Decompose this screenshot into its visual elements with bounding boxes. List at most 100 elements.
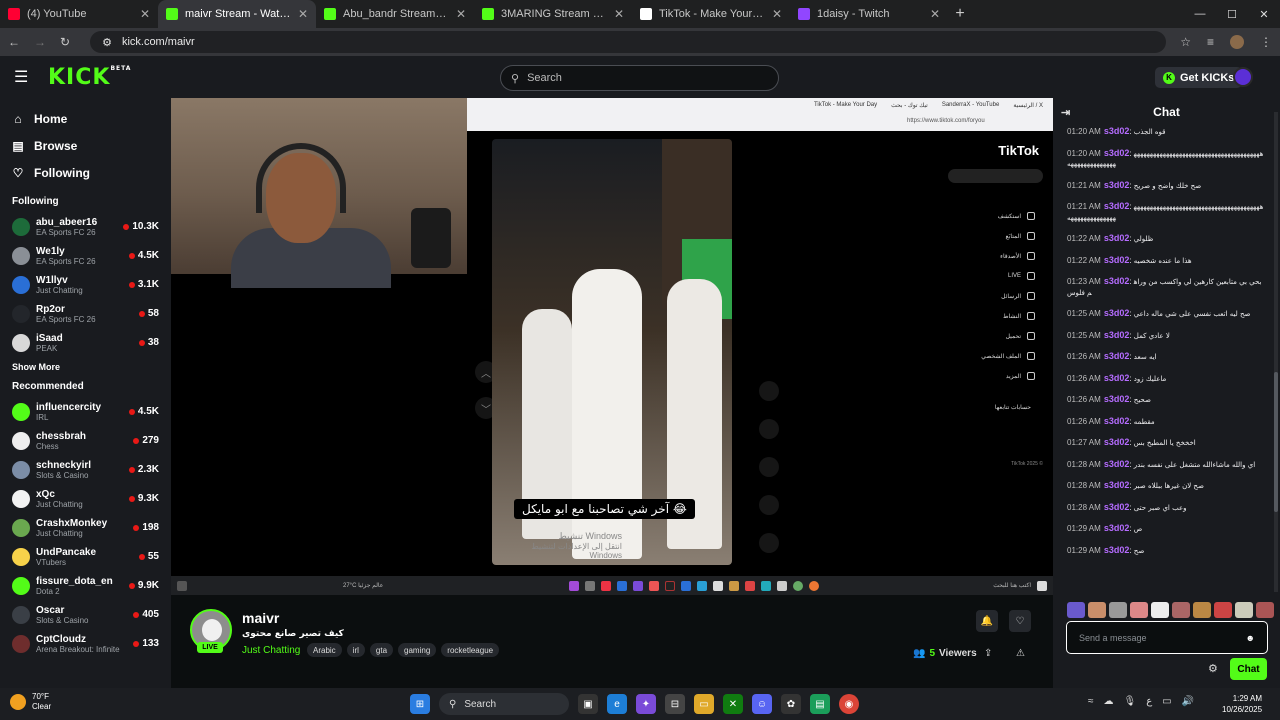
sidebar-channel[interactable]: fissure_dota_en Dota 2 9.9K — [0, 571, 171, 600]
task-view-icon[interactable]: ▣ — [578, 694, 598, 714]
edge-icon[interactable]: e — [607, 694, 627, 714]
sidebar-channel[interactable]: UndPancake VTubers 55 — [0, 542, 171, 571]
sidebar-channel[interactable]: Rp2or EA Sports FC 26 58 — [0, 299, 171, 328]
sidebar-channel[interactable]: chessbrah Chess 279 — [0, 426, 171, 455]
message-user[interactable]: s3d02 — [1104, 201, 1130, 211]
message-user[interactable]: s3d02 — [1104, 480, 1130, 490]
sidebar-nav-browse[interactable]: ▤ Browse — [0, 133, 171, 160]
message-user[interactable]: s3d02 — [1104, 351, 1130, 361]
stream-tag[interactable]: rocketleague — [441, 643, 500, 657]
search-input[interactable]: ⚲ Search — [500, 65, 779, 91]
browser-tab[interactable]: 3MARING Stream - Watch Live ✕ — [474, 0, 632, 28]
sidebar-channel[interactable]: Oscar Slots & Casino 405 — [0, 600, 171, 629]
discord-icon[interactable]: ☺ — [752, 694, 772, 714]
chat-send-button[interactable]: Chat — [1230, 658, 1267, 680]
browser-tab[interactable]: Abu_bandr Stream - Watch Live ✕ — [316, 0, 474, 28]
sidebar-nav-following[interactable]: ♡ Following — [0, 159, 171, 186]
wifi-icon[interactable]: ≈ — [1088, 696, 1094, 707]
volume-icon[interactable]: 🔊 — [1182, 696, 1194, 707]
message-user[interactable]: s3d02 — [1104, 545, 1130, 555]
reload-icon[interactable]: ↻ — [60, 35, 70, 49]
sidebar-channel[interactable]: influencercity IRL 4.5K — [0, 397, 171, 426]
hamburger-menu-icon[interactable]: ☰ — [14, 67, 32, 87]
report-icon[interactable]: ⚠ — [1016, 648, 1025, 659]
collapse-chat-icon[interactable]: ⇥ — [1061, 106, 1070, 119]
stream-category[interactable]: Just Chatting — [242, 645, 300, 656]
profile-avatar[interactable] — [1230, 35, 1244, 49]
get-kicks-button[interactable]: K Get KICKs — [1155, 67, 1243, 88]
message-user[interactable]: s3d02 — [1104, 126, 1130, 136]
stream-tag[interactable]: irl — [346, 643, 365, 657]
sidebar-channel[interactable]: iSaad PEAK 38 — [0, 328, 171, 357]
sidebar-channel[interactable]: abu_abeer16 EA Sports FC 26 10.3K — [0, 212, 171, 241]
maximize-icon[interactable]: ☐ — [1216, 8, 1248, 21]
kick-logo[interactable]: KICKBETA — [48, 65, 131, 90]
stream-tag[interactable]: gta — [369, 643, 394, 657]
windows-start-icon[interactable]: ⊞ — [410, 694, 430, 714]
message-user[interactable]: s3d02 — [1104, 233, 1130, 243]
browser-tab[interactable]: 1daisy - Twitch ✕ — [790, 0, 948, 28]
message-user[interactable]: s3d02 — [1104, 255, 1130, 265]
close-tab-icon[interactable]: ✕ — [140, 7, 150, 21]
message-user[interactable]: s3d02 — [1104, 373, 1130, 383]
stream-tag[interactable]: gaming — [398, 643, 437, 657]
sidebar-channel[interactable]: We1ly EA Sports FC 26 4.5K — [0, 241, 171, 270]
browser-tab[interactable]: TikTok - Make Your Day ✕ — [632, 0, 790, 28]
sidebar-channel[interactable]: schneckyirl Slots & Casino 2.3K — [0, 455, 171, 484]
sidebar-channel[interactable]: W1llyv Just Chatting 3.1K — [0, 270, 171, 299]
reading-list-icon[interactable]: ≡ — [1207, 35, 1214, 49]
close-tab-icon[interactable]: ✕ — [298, 7, 308, 21]
xbox-icon[interactable]: ✕ — [723, 694, 743, 714]
close-tab-icon[interactable]: ✕ — [456, 7, 466, 21]
cloud-icon[interactable]: ☁ — [1104, 696, 1114, 707]
close-tab-icon[interactable]: ✕ — [772, 7, 782, 21]
chat-input[interactable]: Send a message ☻ — [1066, 621, 1268, 654]
taskbar-search[interactable]: ⚲ Search — [439, 693, 569, 715]
close-window-icon[interactable]: ✕ — [1248, 8, 1280, 21]
message-user[interactable]: s3d02 — [1104, 180, 1130, 190]
url-field[interactable]: ⚙ kick.com/maivr — [90, 31, 1167, 53]
share-icon[interactable]: ⇪ — [984, 648, 992, 659]
message-user[interactable]: s3d02 — [1104, 308, 1130, 318]
emoji-icon[interactable]: ☻ — [1246, 633, 1255, 643]
sidebar-channel[interactable]: CrashxMonkey Just Chatting 198 — [0, 513, 171, 542]
sidebar-nav-home[interactable]: ⌂ Home — [0, 106, 171, 133]
sidebar-channel[interactable]: xQc Just Chatting 9.3K — [0, 484, 171, 513]
chat-scrollbar[interactable] — [1274, 112, 1278, 592]
copilot-icon[interactable]: ✦ — [636, 694, 656, 714]
chrome-icon[interactable]: ◉ — [839, 694, 859, 714]
browser-tab[interactable]: (4) YouTube ✕ — [0, 0, 158, 28]
message-user[interactable]: s3d02 — [1104, 459, 1130, 469]
mic-icon[interactable]: 🎙 — [1124, 696, 1137, 707]
minimize-icon[interactable]: — — [1184, 8, 1216, 21]
message-user[interactable]: s3d02 — [1104, 502, 1130, 512]
streamer-name[interactable]: maivr — [242, 610, 279, 626]
message-user[interactable]: s3d02 — [1104, 148, 1130, 158]
terminal-icon[interactable]: ▤ — [810, 694, 830, 714]
store-icon[interactable]: ⊟ — [665, 694, 685, 714]
file-explorer-icon[interactable]: ▭ — [694, 694, 714, 714]
user-avatar[interactable] — [1233, 67, 1253, 87]
site-info-icon[interactable]: ⚙ — [102, 36, 112, 49]
language-icon[interactable]: ع — [1146, 696, 1152, 707]
network-icon[interactable]: ▭ — [1162, 696, 1171, 707]
message-user[interactable]: s3d02 — [1104, 276, 1130, 286]
close-tab-icon[interactable]: ✕ — [614, 7, 624, 21]
forward-icon[interactable]: → — [34, 35, 46, 49]
back-icon[interactable]: ← — [8, 35, 20, 49]
browser-menu-icon[interactable]: ⋮ — [1260, 35, 1272, 49]
message-user[interactable]: s3d02 — [1104, 330, 1130, 340]
stream-tag[interactable]: Arabic — [307, 643, 342, 657]
browser-tab[interactable]: maivr Stream - Watch Live ✕ — [158, 0, 316, 28]
message-user[interactable]: s3d02 — [1104, 523, 1130, 533]
chat-settings-icon[interactable]: ⚙ — [1208, 662, 1218, 675]
bookmark-star-icon[interactable]: ☆ — [1180, 35, 1191, 49]
sidebar-channel[interactable]: CptCloudz Arena Breakout: Infinite 133 — [0, 629, 171, 658]
follow-heart-icon[interactable]: ♡ — [1009, 610, 1031, 632]
message-user[interactable]: s3d02 — [1104, 394, 1130, 404]
show-more-button[interactable]: Show More — [0, 357, 171, 377]
message-user[interactable]: s3d02 — [1104, 416, 1130, 426]
weather-widget[interactable]: 70°F Clear — [10, 692, 51, 712]
notification-bell-icon[interactable]: 🔔 — [976, 610, 998, 632]
video-player[interactable]: TikTok - Make Your Day تيك توك - بحث Sande… — [171, 98, 1053, 595]
